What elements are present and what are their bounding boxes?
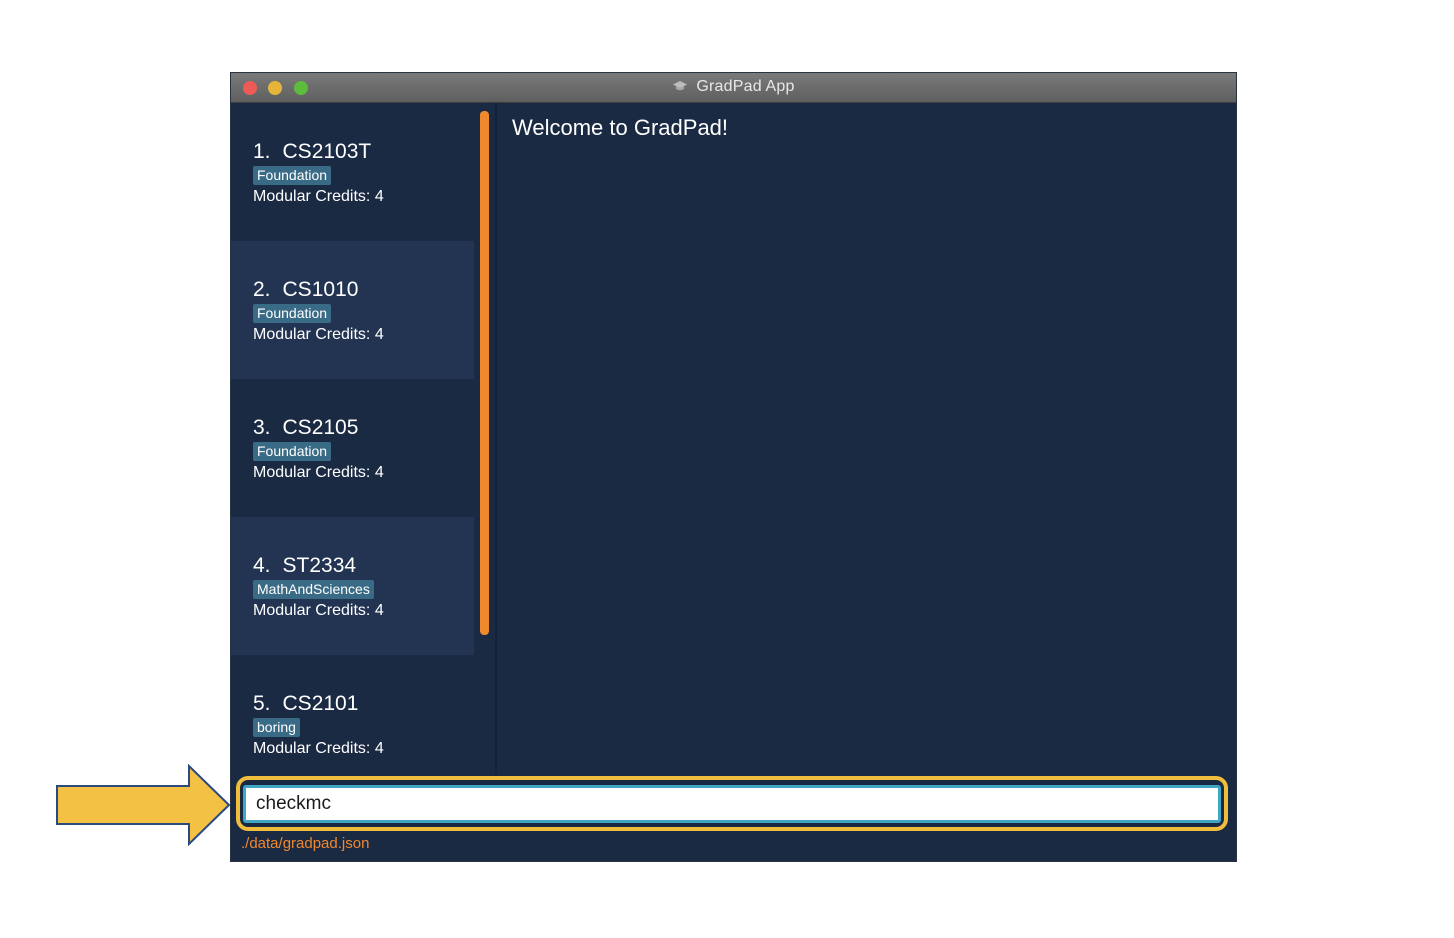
module-tag: boring: [253, 718, 300, 737]
module-header: 3. CS2105: [253, 416, 358, 440]
command-input[interactable]: [243, 785, 1221, 823]
command-box-highlight: [236, 776, 1228, 831]
module-tag: Foundation: [253, 304, 332, 323]
module-header: 4. ST2334: [253, 554, 356, 578]
module-list[interactable]: 1. CS2103T Foundation Modular Credits: 4 …: [231, 103, 476, 775]
title-bar[interactable]: GradPad App: [231, 73, 1236, 103]
result-message: Welcome to GradPad!: [512, 115, 729, 140]
module-code: ST2334: [282, 554, 357, 577]
module-credits: Modular Credits: 4: [253, 326, 384, 343]
module-index: 4.: [253, 554, 271, 577]
module-card[interactable]: 4. ST2334 MathAndSciences Modular Credits…: [231, 517, 474, 655]
module-header: 1. CS2103T: [253, 140, 371, 164]
module-tag: MathAndSciences: [253, 580, 374, 599]
app-window: GradPad App 1. CS2103T Foundation Modular…: [231, 73, 1236, 861]
module-index: 1.: [253, 140, 271, 163]
window-title-text: GradPad App: [696, 78, 795, 95]
module-tag: Foundation: [253, 166, 332, 185]
module-code: CS2105: [282, 416, 359, 439]
module-card[interactable]: 3. CS2105 Foundation Modular Credits: 4: [231, 379, 474, 517]
graduation-cap-icon: [673, 81, 688, 91]
module-tag: Foundation: [253, 442, 332, 461]
window-title: GradPad App: [231, 78, 1236, 96]
module-list-scrollbar[interactable]: [480, 111, 489, 635]
module-index: 5.: [253, 692, 271, 715]
module-credits: Modular Credits: 4: [253, 188, 384, 205]
module-credits: Modular Credits: 4: [253, 740, 384, 757]
module-code: CS2101: [282, 692, 359, 715]
module-code: CS2103T: [282, 140, 372, 163]
module-index: 2.: [253, 278, 271, 301]
module-code: CS1010: [282, 278, 359, 301]
module-credits: Modular Credits: 4: [253, 602, 384, 619]
module-header: 2. CS1010: [253, 278, 358, 302]
status-bar-file-path: ./data/gradpad.json: [241, 835, 370, 852]
highlight-arrow-icon: [56, 764, 231, 846]
module-card[interactable]: 1. CS2103T Foundation Modular Credits: 4: [231, 103, 474, 241]
stage: GradPad App 1. CS2103T Foundation Modular…: [0, 0, 1454, 938]
module-header: 5. CS2101: [253, 692, 358, 716]
module-card[interactable]: 2. CS1010 Foundation Modular Credits: 4: [231, 241, 474, 379]
module-card[interactable]: 5. CS2101 boring Modular Credits: 4: [231, 655, 474, 775]
module-credits: Modular Credits: 4: [253, 464, 384, 481]
module-index: 3.: [253, 416, 271, 439]
panel-divider[interactable]: [495, 103, 497, 775]
